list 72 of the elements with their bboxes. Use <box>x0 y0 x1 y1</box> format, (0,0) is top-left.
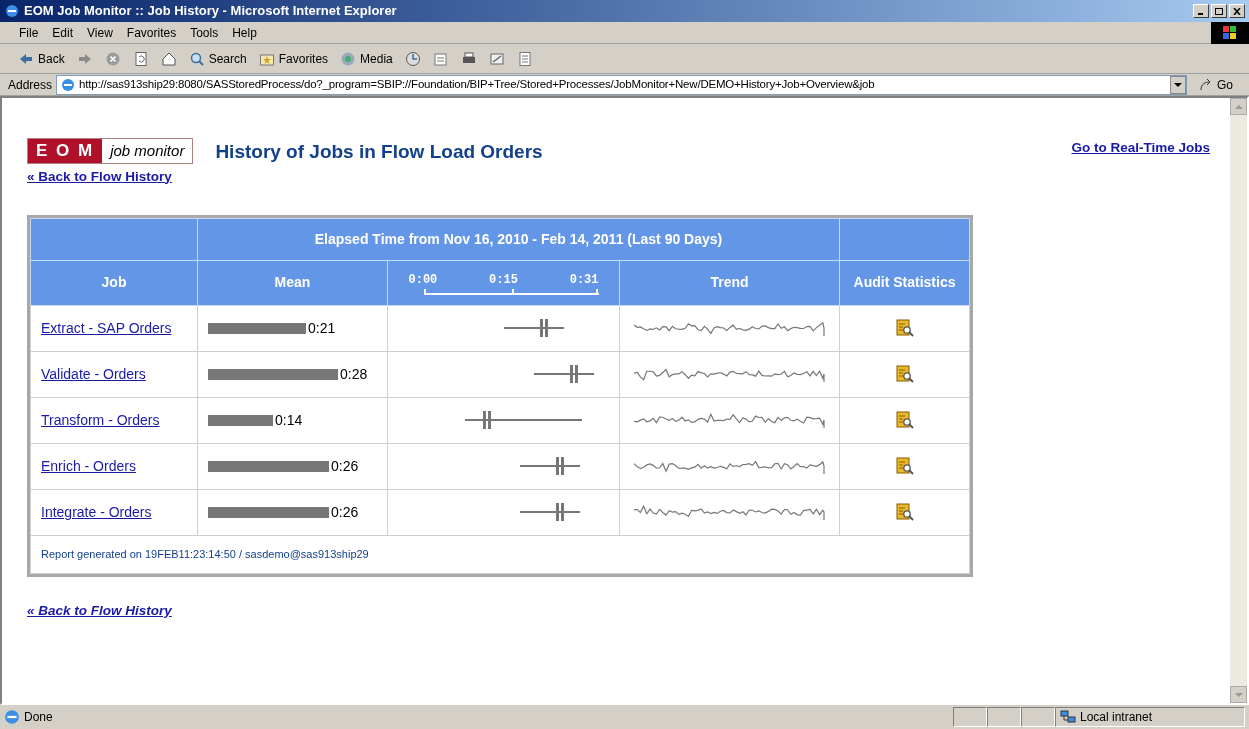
status-panel <box>987 707 1021 727</box>
menu-item[interactable]: Tools <box>183 23 226 42</box>
refresh-icon <box>132 50 149 67</box>
home-icon <box>160 50 177 67</box>
page-icon <box>4 709 20 725</box>
menu-item[interactable]: Edit <box>45 23 81 42</box>
browser-icon <box>4 3 20 19</box>
report-magnifier-icon[interactable] <box>895 457 914 476</box>
close-icon <box>1233 7 1241 15</box>
zone-panel: Local intranet <box>1055 707 1245 727</box>
column-header: Trend <box>619 260 840 306</box>
report-magnifier-icon[interactable] <box>895 319 914 338</box>
search-icon <box>188 50 205 67</box>
minimize-button[interactable] <box>1193 4 1209 18</box>
menu-item[interactable]: File <box>12 23 46 42</box>
toolbar-button[interactable]: Favorites <box>256 49 331 68</box>
go-arrow-icon <box>1199 77 1213 92</box>
status-text: Done <box>24 709 53 726</box>
menu-item[interactable]: View <box>80 23 120 42</box>
range-boxplot <box>520 502 580 523</box>
column-header: Job <box>30 260 198 306</box>
menu-item[interactable]: Help <box>225 23 264 42</box>
vertical-scrollbar[interactable] <box>1230 98 1247 703</box>
report-magnifier-icon[interactable] <box>895 503 914 522</box>
mean-value: 0:26 <box>331 502 359 522</box>
mean-value: 0:28 <box>340 364 368 384</box>
menu-item[interactable]: Favorites <box>119 23 184 42</box>
maximize-button[interactable] <box>1211 4 1227 18</box>
mean-value: 0:14 <box>275 410 303 430</box>
mean-bar <box>208 414 273 426</box>
column-header: Mean <box>197 260 388 306</box>
range-boxplot <box>534 364 594 385</box>
scroll-up-icon <box>1234 104 1243 109</box>
page-title: History of Jobs in Flow Load Orders <box>215 140 543 164</box>
status-panel <box>953 707 987 727</box>
windows-flag-icon <box>1223 25 1237 40</box>
axis-tick-label: 0:00 <box>408 271 438 289</box>
stop-icon <box>104 50 121 67</box>
toolbar-button[interactable]: Search <box>186 49 249 68</box>
group-header: Elapsed Time from Nov 16, 2010 - Feb 14, 2011 (Last 90 Days) <box>197 218 840 261</box>
report-magnifier-icon[interactable] <box>895 365 914 384</box>
address-label: Address <box>8 76 53 94</box>
network-icon <box>1060 710 1076 724</box>
mean-value: 0:26 <box>331 456 359 476</box>
real-time-link[interactable]: Go to Real-Time Jobs <box>1071 138 1210 159</box>
close-button[interactable] <box>1229 4 1245 18</box>
logo: E O M job monitor <box>27 138 194 164</box>
window-title: EOM Job Monitor :: Job History - Microsoft Internet Explorer <box>24 2 397 21</box>
address-field[interactable]: http://sas913ship29:8080/SASStoredProcess/do?_program=SBIP://Foundation/BIP+Tree/Stored+Processes/JobMonitor+New/DEMO+History+Job+Overview&job <box>56 74 1187 95</box>
edit-icon <box>488 50 505 67</box>
back-link[interactable]: « Back to Flow History <box>27 600 1230 621</box>
mail-icon <box>432 50 449 67</box>
back-link[interactable]: « Back to Flow History <box>27 166 543 187</box>
range-boxplot <box>504 318 564 339</box>
mean-value: 0:21 <box>308 318 336 338</box>
dropdown-arrow-icon <box>1174 82 1182 87</box>
toolbar-button[interactable]: Back <box>16 49 67 68</box>
history-icon <box>404 50 421 67</box>
report-footer: Report generated on 19FEB11:23:14:50 / sasdemo@sas913ship29 <box>41 548 369 561</box>
report-magnifier-icon[interactable] <box>895 411 914 430</box>
discuss-icon <box>516 50 533 67</box>
go-button[interactable]: Go <box>1191 75 1241 94</box>
media-icon <box>340 50 357 67</box>
column-header: Audit Statistics <box>839 260 970 306</box>
maximize-icon <box>1215 7 1223 15</box>
axis-tick-label: 0:15 <box>489 271 518 289</box>
page-icon <box>61 77 76 92</box>
range-boxplot <box>520 456 580 477</box>
scroll-down-icon <box>1234 692 1243 697</box>
axis-tick-label: 0:31 <box>569 271 599 289</box>
toolbar-button[interactable]: Media <box>338 49 395 68</box>
status-panel <box>1021 707 1055 727</box>
